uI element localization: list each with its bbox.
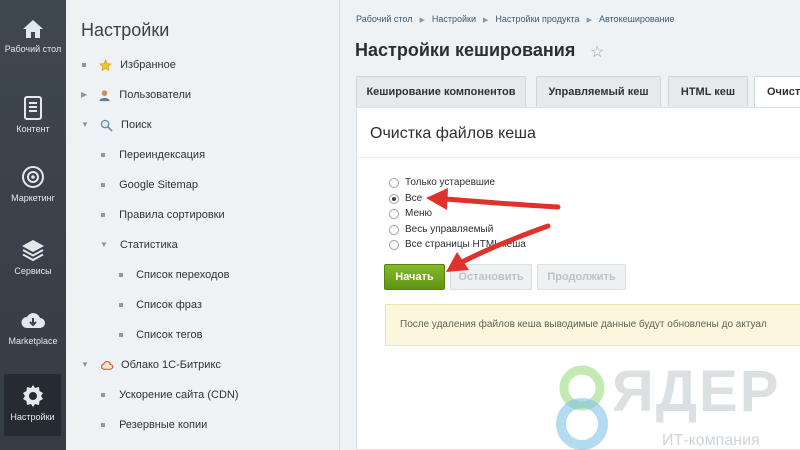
tree-item-bitrix-cloud[interactable]: ▼ Облако 1С-Битрикс [81,357,221,373]
radio-button[interactable] [389,240,399,250]
nav-marketing[interactable]: Маркетинг [0,165,66,203]
target-icon [22,166,44,188]
gear-icon [22,385,43,407]
option-label: Весь управляемый [405,224,494,235]
tab-managed-cache[interactable]: Управляемый кеш [536,76,661,107]
breadcrumb-item[interactable]: Рабочий стол [356,14,413,24]
tree-title: Настройки [81,20,170,40]
bullet-icon [101,423,105,428]
tree-item-label: Пользователи [119,89,192,101]
tree-item-label: Правила сортировки [119,209,225,221]
page-title: Настройки кеширования [355,40,576,60]
bullet-icon [82,63,86,68]
tree-item-sort-rules[interactable]: Правила сортировки [101,207,225,223]
bullet-icon [119,333,123,338]
main-content: Рабочий стол ▶ Настройки ▶ Настройки продукт… [340,0,800,450]
tree-item-favorites[interactable]: Избранное [82,57,176,73]
collapse-arrow-icon: ▼ [81,360,89,370]
tree-item-search[interactable]: ▼ Поиск [81,117,152,133]
tab-html-cache[interactable]: HTML кеш [668,76,748,107]
nav-marketing-label: Маркетинг [11,193,55,203]
tree-item-reindex[interactable]: Переиндексация [101,147,205,163]
nav-services-label: Сервисы [14,266,52,276]
nav-marketplace[interactable]: Marketplace [0,310,66,346]
tree-item-tags[interactable]: Список тегов [119,327,202,343]
collapse-arrow-icon: ▼ [81,120,89,130]
tree-item-label: Переиндексация [119,149,206,161]
star-icon [99,58,112,71]
radio-button[interactable] [389,178,399,188]
document-icon [24,96,42,120]
option-label: Все страницы HTML кеша [405,239,526,250]
continue-button[interactable]: Продолжить [537,264,626,290]
nav-desktop-label: Рабочий стол [4,44,62,54]
tree-item-label: Google Sitemap [119,179,198,191]
tab-clear-cache[interactable]: Очист [754,76,800,107]
cloud-icon [101,360,113,370]
tree-item-label: Избранное [120,59,176,71]
nav-content[interactable]: Контент [0,96,66,134]
favorite-star-icon[interactable]: ☆ [590,42,604,62]
search-icon [100,119,113,132]
home-icon [23,20,43,38]
nav-desktop[interactable]: Рабочий стол [0,18,66,54]
tree-item-phrases[interactable]: Список фраз [119,297,202,313]
breadcrumb-item[interactable]: Настройки продукта [495,14,579,24]
breadcrumb-item[interactable]: Автокеширование [599,14,675,24]
radio-button[interactable] [389,225,399,235]
settings-tree-panel: Настройки Избранное ▶ Пользователи ▼ Пои… [66,0,340,450]
tree-item-label: Ускорение сайта (CDN) [119,389,239,401]
layers-icon [22,240,44,262]
breadcrumb-item[interactable]: Настройки [432,14,476,24]
option-label: Все [405,193,423,204]
nav-settings[interactable]: Настройки [4,374,61,436]
tree-item-label: Список тегов [136,329,203,341]
breadcrumb-separator-icon: ▶ [419,17,425,24]
tab-component-cache[interactable]: Кеширование компонентов [356,76,526,107]
left-icon-bar: Рабочий стол Контент Маркетинг Сервисы M… [0,0,66,450]
nav-content-label: Контент [16,124,50,134]
radio-button-checked[interactable] [389,194,399,204]
nav-settings-label: Настройки [10,412,55,422]
tree-item-label: Поиск [121,119,152,131]
info-notice: После удаления файлов кеша выводимые дан… [385,304,800,346]
bullet-icon [119,273,123,278]
nav-marketplace-label: Marketplace [8,336,58,346]
expand-arrow-icon: ▶ [81,90,88,100]
bullet-icon [101,393,105,398]
cloud-download-icon [21,313,45,328]
tree-item-label: Облако 1С-Битрикс [121,359,221,371]
panel-title: Очистка файлов кеша [370,125,536,142]
tree-item-users[interactable]: ▶ Пользователи [81,87,191,103]
bullet-icon [119,303,123,308]
bullet-icon [101,183,105,188]
collapse-arrow-icon: ▼ [100,240,108,250]
tree-item-cdn[interactable]: Ускорение сайта (CDN) [101,387,239,403]
nav-services[interactable]: Сервисы [0,238,66,276]
bullet-icon [101,153,105,158]
tree-item-referrers[interactable]: Список переходов [119,267,229,283]
option-label: Меню [405,208,433,219]
tree-item-google-sitemap[interactable]: Google Sitemap [101,177,198,193]
breadcrumb-separator-icon: ▶ [483,17,489,24]
stop-button[interactable]: Остановить [450,264,532,290]
breadcrumb: Рабочий стол ▶ Настройки ▶ Настройки продукт… [356,14,675,24]
start-button[interactable]: Начать [384,264,445,290]
option-label: Только устаревшие [405,177,496,188]
tree-item-label: Статистика [119,239,178,251]
tree-item-label: Резервные копии [119,419,208,431]
user-icon [99,89,110,101]
breadcrumb-separator-icon: ▶ [586,17,592,24]
tree-item-statistics[interactable]: ▼ Статистика [100,237,178,253]
divider [357,157,800,158]
tree-item-label: Список фраз [136,299,202,311]
bullet-icon [101,213,105,218]
tree-item-backups[interactable]: Резервные копии [101,417,207,433]
tree-item-label: Список переходов [136,269,230,281]
radio-button[interactable] [389,209,399,219]
